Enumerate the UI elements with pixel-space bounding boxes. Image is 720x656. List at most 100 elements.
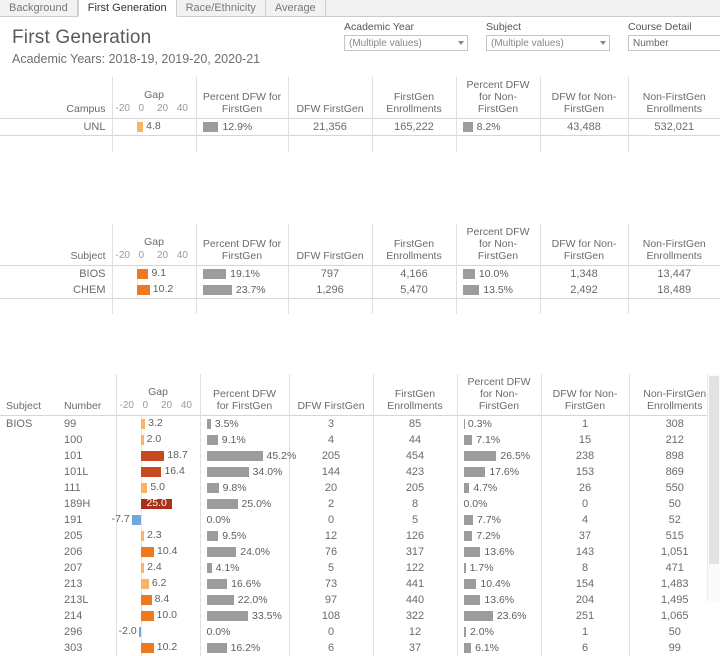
gap-value-label: 10.2 [157, 641, 177, 653]
gap-value-label: -2.0 [119, 625, 137, 637]
tab-label: Average [275, 2, 316, 14]
table-row[interactable]: 2052.39.5%121267.2%37515 [0, 528, 720, 544]
tab-average[interactable]: Average [266, 0, 326, 16]
percent-bar [464, 467, 486, 477]
gap-value-label: 6.2 [152, 577, 167, 589]
table-row[interactable]: UNL4.812.9%21,356165,2228.2%43,488532,02… [0, 119, 720, 136]
col-dfw-nonfirstgen: DFW for Non-FirstGen [540, 77, 628, 119]
nonfirstgen-enrollments-cell: 1,065 [629, 608, 720, 624]
spacer-cell [0, 298, 112, 314]
dfw-firstgen-cell: 3 [289, 416, 373, 433]
subject-cell [0, 544, 58, 560]
table-row[interactable]: BIOS993.23.5%3850.3%1308 [0, 416, 720, 433]
table-row[interactable]: 2072.44.1%51221.7%8471 [0, 560, 720, 576]
percent-dfw-firstgen-cell: 9.5% [200, 528, 289, 544]
gap-cell: 4.8 [112, 119, 196, 136]
table-row[interactable]: 21410.033.5%10832223.6%2511,065 [0, 608, 720, 624]
tab-label: Race/Ethnicity [186, 2, 256, 14]
percent-bar [207, 467, 249, 477]
percent-bar [207, 579, 228, 589]
firstgen-enrollments-cell: 5,470 [372, 282, 456, 299]
nonfirstgen-enrollments-cell: 18,489 [628, 282, 720, 299]
gap-cell: 9.1 [112, 265, 196, 282]
dfw-firstgen-cell: 5 [289, 560, 373, 576]
dfw-nonfirstgen-cell: 1,348 [540, 265, 628, 282]
table-row[interactable]: 189H25.025.0%280.0%050 [0, 496, 720, 512]
dfw-nonfirstgen-cell: 4 [541, 512, 629, 528]
dfw-firstgen-cell: 144 [289, 464, 373, 480]
percent-bar [464, 547, 481, 557]
percent-value-label: 1.7% [470, 562, 494, 574]
percent-dfw-nonfirstgen-cell: 7.7% [457, 512, 541, 528]
percent-bar [463, 122, 473, 132]
academic-year-select[interactable]: (Multiple values) [344, 35, 468, 51]
col-nonfirstgen-enrollments: Non-FirstGen Enrollments [628, 77, 720, 119]
table-row[interactable]: CHEM10.223.7%1,2965,47013.5%2,49218,489 [0, 282, 720, 299]
percent-bar [207, 499, 238, 509]
number-cell: 214 [58, 608, 116, 624]
dfw-nonfirstgen-cell: 238 [541, 448, 629, 464]
percent-bar [464, 563, 466, 573]
table-row[interactable]: 10118.745.2%20545426.5%238898 [0, 448, 720, 464]
course-detail-select[interactable]: Number [628, 35, 720, 51]
firstgen-enrollments-cell: 205 [373, 480, 457, 496]
number-cell: 99 [58, 416, 116, 433]
spacer-cell [196, 136, 288, 152]
col-subject: Subject [0, 374, 58, 416]
firstgen-enrollments-cell: 12 [373, 624, 457, 640]
tab-background[interactable]: Background [0, 0, 78, 16]
table-row[interactable]: 20610.424.0%7631713.6%1431,051 [0, 544, 720, 560]
table-row[interactable]: 213L8.422.0%9744013.6%2041,495 [0, 592, 720, 608]
gap-bar [137, 285, 150, 295]
axis-tick: -20 [116, 250, 130, 262]
axis-tick: 0 [142, 400, 148, 412]
gap-value-label: 2.0 [147, 433, 162, 445]
tab-bar: Background First Generation Race/Ethnici… [0, 0, 720, 17]
dfw-firstgen-cell: 76 [289, 544, 373, 560]
tab-first-generation[interactable]: First Generation [78, 0, 177, 17]
table-row[interactable]: 30310.216.2%6376.1%699 [0, 640, 720, 656]
subject-cell [0, 464, 58, 480]
table-row[interactable]: 101L16.434.0%14442317.6%153869 [0, 464, 720, 480]
subject-cell [0, 640, 58, 656]
tab-race-ethnicity[interactable]: Race/Ethnicity [177, 0, 266, 16]
subject-select[interactable]: (Multiple values) [486, 35, 610, 51]
nonfirstgen-enrollments-cell: 13,447 [628, 265, 720, 282]
table-row[interactable]: BIOS9.119.1%7974,16610.0%1,34813,447 [0, 265, 720, 282]
percent-dfw-nonfirstgen-cell: 13.5% [456, 282, 540, 299]
gap-bar [137, 122, 143, 132]
number-cell: 101L [58, 464, 116, 480]
percent-dfw-firstgen-cell: 16.2% [200, 640, 289, 656]
table-row[interactable]: 296-2.00.0%0122.0%150 [0, 624, 720, 640]
percent-dfw-nonfirstgen-cell: 6.1% [457, 640, 541, 656]
detail-table: Subject Number Gap -20 0 20 40 Percent D… [0, 374, 720, 656]
scrollbar-thumb[interactable] [709, 376, 719, 564]
number-cell: 205 [58, 528, 116, 544]
number-cell: 189H [58, 496, 116, 512]
percent-dfw-firstgen-cell: 25.0% [200, 496, 289, 512]
subject-cell [0, 624, 58, 640]
axis-tick: -20 [120, 400, 134, 412]
percent-value-label: 12.9% [222, 121, 252, 133]
percent-value-label: 45.2% [267, 450, 297, 462]
axis-tick: 0 [138, 103, 144, 115]
zero-axis-line [141, 512, 142, 528]
table-row[interactable]: 1002.09.1%4447.1%15212 [0, 432, 720, 448]
percent-dfw-firstgen-cell: 16.6% [200, 576, 289, 592]
col-gap: Gap -20 0 20 40 [112, 77, 196, 119]
percent-bar [203, 122, 219, 132]
gap-value-label: 4.8 [146, 120, 161, 132]
gap-value-label: 3.2 [148, 417, 163, 429]
number-cell: 296 [58, 624, 116, 640]
percent-dfw-firstgen-cell: 9.1% [200, 432, 289, 448]
dfw-firstgen-cell: 6 [289, 640, 373, 656]
vertical-scrollbar[interactable] [707, 374, 720, 601]
percent-value-label: 10.4% [480, 578, 510, 590]
firstgen-enrollments-cell: 37 [373, 640, 457, 656]
table-row[interactable]: 191-7.70.0%057.7%452 [0, 512, 720, 528]
table-row[interactable]: 2136.216.6%7344110.4%1541,483 [0, 576, 720, 592]
table-row[interactable]: 1115.09.8%202054.7%26550 [0, 480, 720, 496]
percent-value-label: 24.0% [240, 546, 270, 558]
spacer-cell [540, 298, 628, 314]
filter-subject: Subject (Multiple values) [486, 21, 610, 51]
